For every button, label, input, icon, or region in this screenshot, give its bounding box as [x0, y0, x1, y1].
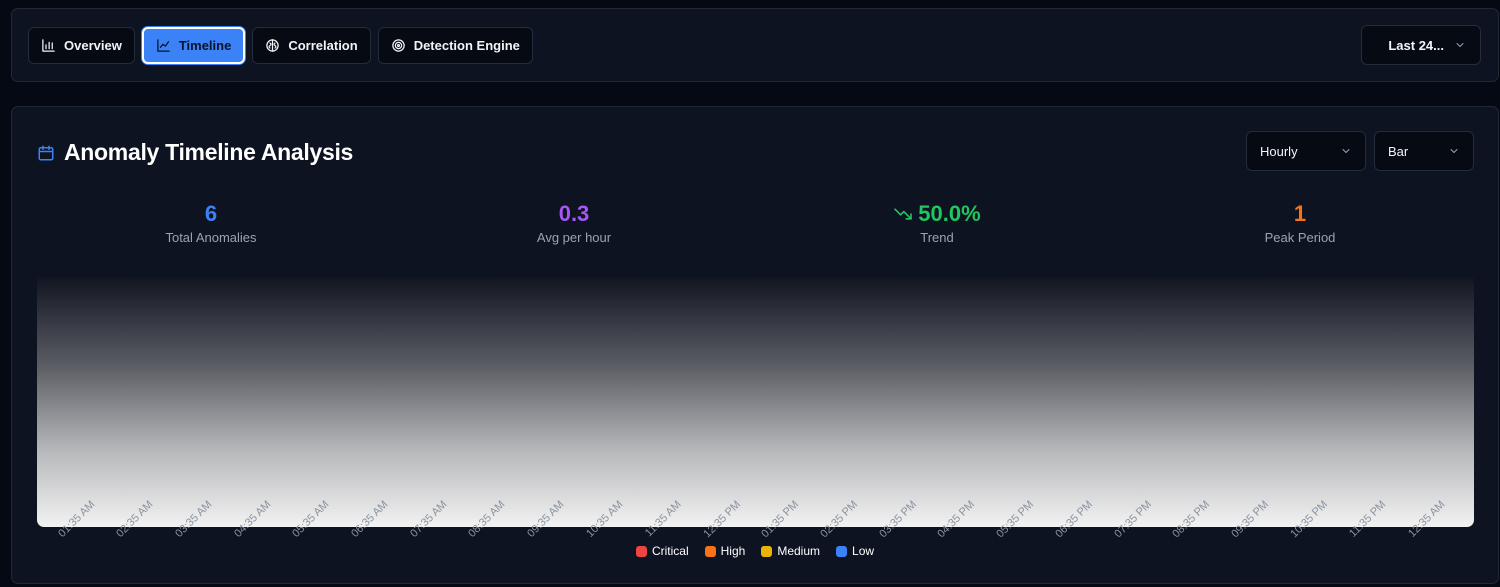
tab-label: Overview	[64, 38, 122, 53]
x-tick-label: 01:35 PM	[759, 498, 802, 541]
stat-total-anomalies: 6 Total Anomalies	[61, 201, 361, 245]
x-tick-label: 03:35 PM	[877, 498, 919, 541]
chart-type-value: Bar	[1388, 143, 1409, 159]
x-tick-label: 02:35 AM	[114, 498, 156, 540]
panel-title: Anomaly Timeline Analysis	[64, 139, 354, 165]
brain-icon	[266, 39, 280, 52]
x-tick-label: 11:35 AM	[643, 498, 684, 540]
x-tick-label: 06:35 AM	[349, 498, 391, 540]
bar-chart-icon	[42, 39, 55, 52]
legend-swatch	[704, 545, 716, 557]
panel-header: Anomaly Timeline Analysis	[37, 139, 353, 166]
stat-value: 6	[204, 201, 218, 226]
x-tick-label: 08:35 PM	[1170, 498, 1213, 541]
legend-item-critical[interactable]: Critical	[635, 544, 689, 558]
legend-item-low[interactable]: Low	[836, 544, 874, 558]
tab-correlation[interactable]: Correlation	[252, 27, 371, 64]
legend-label: Critical	[651, 544, 689, 558]
stat-label: Peak Period	[1264, 230, 1336, 245]
target-icon	[391, 39, 405, 52]
tab-label: Correlation	[288, 38, 358, 53]
x-tick-label: 04:35 AM	[231, 498, 274, 540]
x-tick-label: 09:35 AM	[525, 498, 567, 540]
timeline-panel: Anomaly Timeline Analysis Hourly Bar 6 T…	[11, 106, 1499, 584]
stat-value: 0.3	[558, 201, 590, 226]
x-tick-label: 05:35 AM	[290, 498, 332, 540]
stat-label: Total Anomalies	[165, 230, 257, 245]
chevron-down-icon	[1342, 149, 1350, 153]
legend-swatch	[635, 545, 647, 557]
time-range-value: Last 24...	[1388, 37, 1444, 53]
legend-label: Medium	[777, 544, 821, 558]
chevron-down-icon	[1450, 149, 1458, 153]
x-tick-label: 09:35 PM	[1229, 498, 1271, 541]
legend-label: Low	[852, 544, 875, 558]
line-chart-icon	[157, 39, 170, 52]
tab-label: Detection Engine	[413, 38, 520, 53]
legend-item-medium[interactable]: Medium	[761, 544, 820, 558]
tab-label: Timeline	[178, 38, 232, 53]
top-nav-bar: Overview Timeline Correlation Detection …	[11, 8, 1499, 82]
legend-label: High	[720, 544, 746, 558]
x-tick-label: 03:35 AM	[173, 498, 215, 540]
x-tick-label: 05:35 PM	[994, 498, 1037, 541]
calendar-icon	[38, 145, 54, 160]
x-tick-label: 12:35 AM	[1405, 498, 1448, 540]
x-tick-label: 07:35 AM	[407, 498, 450, 540]
stat-label: Avg per hour	[536, 230, 612, 245]
x-tick-label: 04:35 PM	[935, 498, 978, 541]
stat-label: Trend	[920, 230, 954, 245]
x-tick-label: 08:35 AM	[466, 498, 508, 540]
x-tick-label: 11:35 PM	[1347, 498, 1389, 540]
interval-value: Hourly	[1260, 143, 1298, 159]
x-tick-label: 07:35 PM	[1111, 498, 1154, 541]
legend-swatch	[836, 545, 848, 557]
stat-peak-period: 1 Peak Period	[1150, 201, 1450, 245]
chart-legend: Critical High Medium Low	[12, 544, 1498, 558]
timeline-chart: 01:35 AM 02:35 AM 03:35 AM 04:35 AM 05:35 AM…	[37, 277, 1474, 540]
chart-type-select[interactable]: Bar	[1374, 131, 1474, 171]
x-tick-label: 12:35 PM	[700, 498, 743, 541]
stat-value: 1	[1293, 201, 1307, 226]
x-tick-label: 02:35 PM	[818, 498, 861, 541]
stat-value: 50.0%	[918, 201, 981, 226]
tab-timeline[interactable]: Timeline	[141, 27, 246, 64]
x-tick-label: 06:35 PM	[1053, 498, 1095, 541]
legend-swatch	[761, 545, 773, 557]
tab-overview[interactable]: Overview	[28, 27, 135, 64]
stat-value-row: 50.0%	[787, 201, 1087, 227]
legend-item-high[interactable]: High	[704, 544, 746, 558]
x-tick-label: 10:35 PM	[1287, 498, 1330, 541]
x-tick-label: 01:35 AM	[55, 498, 97, 540]
stat-avg-per-hour: 0.3 Avg per hour	[424, 201, 724, 245]
trending-down-icon	[894, 208, 913, 220]
chevron-down-icon	[1456, 43, 1464, 47]
tab-detection-engine[interactable]: Detection Engine	[377, 27, 533, 64]
view-tabs: Overview Timeline Correlation Detection …	[28, 27, 533, 64]
stat-trend: 50.0% Trend	[787, 201, 1087, 245]
interval-select[interactable]: Hourly	[1246, 131, 1366, 171]
time-range-select[interactable]: Last 24...	[1361, 25, 1481, 65]
x-tick-label: 10:35 AM	[583, 498, 626, 540]
